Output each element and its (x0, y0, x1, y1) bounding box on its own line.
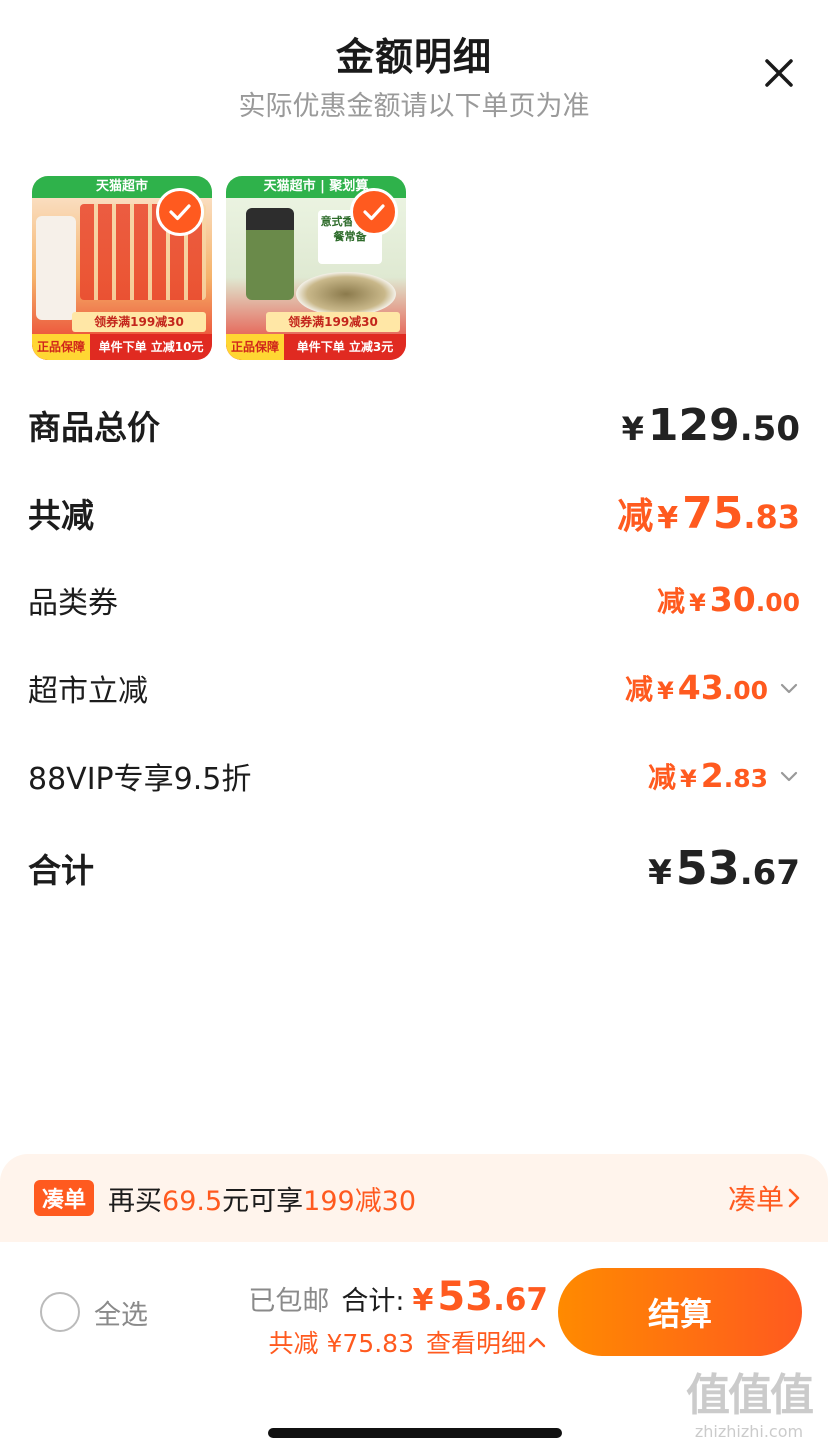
bundle-promo-bar[interactable]: 凑单 再买69.5元可享199减30 凑单 (0, 1154, 828, 1242)
row-label: 商品总价 (28, 408, 160, 447)
product-mascot-image (36, 216, 76, 320)
chevron-right-icon (788, 1188, 800, 1208)
row-label: 共减 (28, 496, 94, 535)
total-decimal: .67 (493, 1282, 548, 1318)
row-total-reduce: 共减 减 ¥75.83 (28, 487, 800, 539)
amount-integer: 53 (675, 841, 740, 895)
amount-decimal: .50 (739, 408, 800, 449)
checkmark-icon (363, 204, 385, 221)
currency-symbol: ¥ (657, 501, 679, 536)
bundle-link-label: 凑单 (727, 1183, 784, 1216)
select-all-toggle[interactable]: 全选 (40, 1292, 148, 1332)
currency-symbol: ¥ (680, 765, 697, 793)
bundle-text-mid: 元可享 (222, 1185, 304, 1217)
sheet-header: 金额明细 实际优惠金额请以下单页为准 (0, 0, 828, 150)
checkmark-icon (169, 204, 191, 221)
home-indicator (268, 1428, 562, 1438)
row-total-price: 商品总价 ¥129.50 (28, 400, 800, 451)
product-thumbnail[interactable]: 天猫超市 | 聚划算 意式香草 西餐常备 领券满199减30 正品保障 单件下单… (226, 176, 406, 360)
row-category-coupon: 品类券 减 ¥30.00 (28, 578, 800, 622)
total-reduce-amount: 减 ¥75.83 (617, 487, 800, 539)
row-label: 品类券 (28, 586, 118, 621)
coupon-reduce-amount: 减 ¥30.00 (657, 580, 800, 620)
total-price-amount: ¥129.50 (622, 400, 800, 451)
view-details-label: 查看明细 (425, 1329, 526, 1358)
currency-symbol: ¥ (657, 677, 674, 705)
product-image (246, 208, 294, 300)
reduce-prefix: 减 (625, 673, 654, 706)
chevron-up-icon (528, 1337, 546, 1348)
product-tag: 正品保障 (32, 334, 91, 360)
view-details-link[interactable]: 查看明细 (426, 1324, 548, 1360)
selected-check-badge[interactable] (156, 188, 204, 236)
amount-decimal: .83 (723, 764, 768, 793)
bundle-link[interactable]: 凑单 (728, 1178, 804, 1218)
chevron-down-icon[interactable] (778, 765, 800, 787)
total-label: 合计: (341, 1286, 405, 1317)
product-thumbnail[interactable]: 天猫超市 领券满199减30 正品保障 单件下单 立减10元 (32, 176, 212, 360)
bundle-text: 再买69.5元可享199减30 (108, 1179, 728, 1218)
bundle-text-pre: 再买 (108, 1185, 163, 1217)
checkout-button[interactable]: 结算 (558, 1268, 802, 1356)
bundle-tag: 凑单 (34, 1180, 95, 1216)
select-all-radio[interactable] (40, 1292, 80, 1332)
product-tag: 正品保障 (226, 334, 285, 360)
vip-reduce-amount[interactable]: 减 ¥2.83 (648, 756, 800, 796)
selected-check-badge[interactable] (350, 188, 398, 236)
currency-symbol: ¥ (648, 853, 672, 893)
row-vip-discount[interactable]: 88VIP专享9.5折 减 ¥2.83 (28, 754, 800, 798)
currency-symbol: ¥ (412, 1283, 434, 1318)
close-button[interactable] (756, 50, 802, 96)
amount-decimal: .00 (723, 676, 768, 705)
watermark-logo: 值值值 (686, 1370, 814, 1421)
amount-integer: 30 (709, 580, 756, 619)
row-label: 合计 (28, 851, 94, 890)
watermark: 值值值 zhizhizhi.com (674, 1370, 824, 1450)
product-promo: 单件下单 立减10元 (98, 340, 204, 354)
product-footer: 正品保障 单件下单 立减3元 (226, 334, 406, 360)
page-subtitle: 实际优惠金额请以下单页为准 (238, 91, 590, 122)
reduce-prefix: 减 (617, 496, 654, 537)
amount-integer: 129 (647, 399, 740, 451)
amount-integer: 75 (682, 488, 744, 539)
bundle-amount: 69.5 (162, 1185, 223, 1217)
market-reduce-amount[interactable]: 减 ¥43.00 (625, 668, 800, 708)
row-label: 88VIP专享9.5折 (28, 762, 252, 797)
reduce-prefix: 减 (648, 761, 677, 794)
amount-decimal: .67 (739, 853, 800, 893)
currency-symbol: ¥ (621, 409, 644, 448)
close-icon[interactable] (756, 50, 802, 96)
watermark-url: zhizhizhi.com (694, 1422, 804, 1441)
amount-integer: 2 (700, 756, 724, 795)
reduce-prefix: 减 (657, 585, 686, 618)
sum-amount: ¥53.67 (648, 841, 800, 895)
free-shipping-text: 已包邮 (248, 1286, 330, 1317)
product-footer: 正品保障 单件下单 立减10元 (32, 334, 212, 360)
amount-decimal: .00 (755, 588, 800, 617)
total-integer: 53 (437, 1274, 494, 1320)
row-sum: 合计 ¥53.67 (28, 841, 800, 895)
chevron-down-icon[interactable] (778, 677, 800, 699)
page-title: 金额明细 (335, 35, 492, 79)
amount-decimal: .83 (743, 498, 800, 536)
row-label: 超市立减 (28, 674, 148, 709)
order-summary: 已包邮 合计: ¥53.67 共减 ¥75.83 查看明细 (226, 1274, 548, 1360)
amount-integer: 43 (677, 668, 724, 707)
select-all-label: 全选 (94, 1299, 148, 1331)
total-reduce-note: 共减 ¥75.83 (268, 1329, 414, 1358)
product-coupon-text: 领券满199减30 (266, 312, 400, 332)
product-promo: 单件下单 立减3元 (296, 340, 394, 354)
row-market-discount[interactable]: 超市立减 减 ¥43.00 (28, 666, 800, 710)
currency-symbol: ¥ (689, 589, 706, 617)
product-thumbnails: 天猫超市 领券满199减30 正品保障 单件下单 立减10元 天猫超市 | 聚划… (32, 176, 406, 360)
product-dish-image (296, 272, 396, 316)
bundle-offer: 199减30 (303, 1185, 417, 1217)
product-coupon-text: 领券满199减30 (72, 312, 206, 332)
